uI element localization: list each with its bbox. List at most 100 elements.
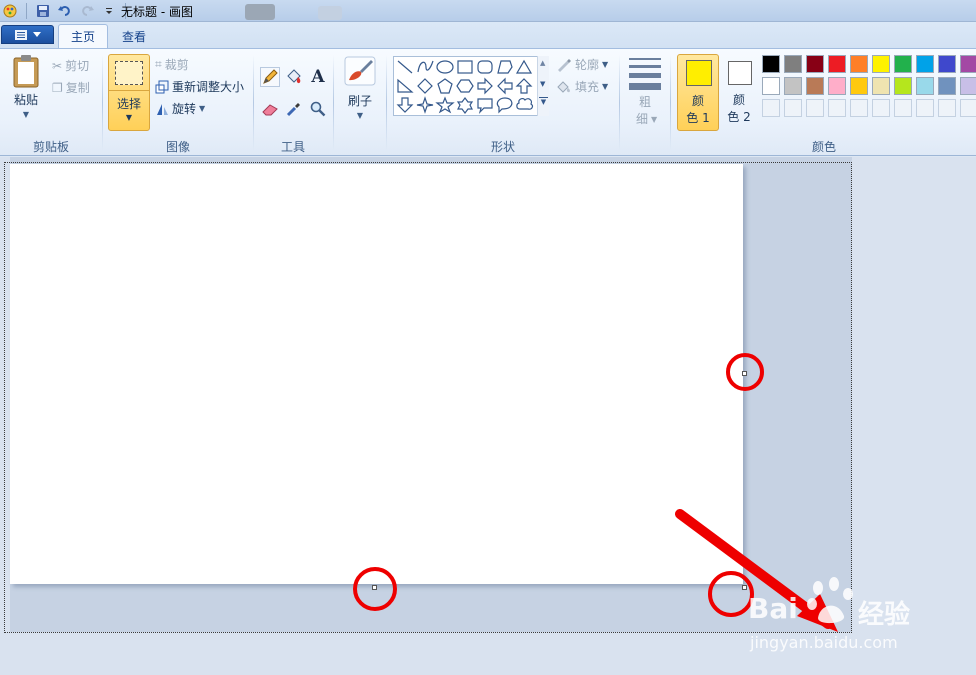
paint-menu-button[interactable] <box>1 25 54 44</box>
palette-color-swatch[interactable] <box>938 77 956 95</box>
palette-color-swatch[interactable] <box>784 55 802 73</box>
brushes-button[interactable]: 刷子 ▼ <box>340 56 380 120</box>
color2-label-line1: 颜 <box>732 93 745 107</box>
palette-custom-slot[interactable] <box>872 99 890 117</box>
fill-bucket-icon <box>557 80 570 93</box>
magnifier-tool[interactable] <box>308 99 328 119</box>
palette-custom-slot[interactable] <box>916 99 934 117</box>
palette-color-swatch[interactable] <box>806 77 824 95</box>
palette-color-swatch[interactable] <box>916 55 934 73</box>
chevron-down-icon[interactable]: ▼ <box>109 113 149 122</box>
fill-button[interactable]: 填充 ▼ <box>556 78 608 95</box>
rectangle-shape-icon[interactable] <box>457 60 473 74</box>
oval-shape-icon[interactable] <box>436 60 454 74</box>
palette-custom-slot[interactable] <box>938 99 956 117</box>
save-icon[interactable] <box>35 3 51 19</box>
polygon-shape-icon[interactable] <box>497 60 513 74</box>
color1-button[interactable]: 颜 色 1 <box>677 54 719 131</box>
palette-color-swatch[interactable] <box>938 55 956 73</box>
palette-color-swatch[interactable] <box>960 77 976 95</box>
tab-view[interactable]: 查看 <box>110 24 158 48</box>
copy-button[interactable]: ❐ 复制 <box>52 79 90 96</box>
color-picker-tool[interactable] <box>284 99 304 119</box>
paint-app-icon[interactable] <box>2 3 18 19</box>
rectangular-callout-shape-icon[interactable] <box>477 98 493 114</box>
canvas-resize-handle-bottom[interactable] <box>372 585 377 590</box>
oval-callout-shape-icon[interactable] <box>496 97 513 114</box>
palette-color-swatch[interactable] <box>850 55 868 73</box>
paste-button[interactable]: 粘贴 ▼ <box>6 54 46 119</box>
curve-shape-icon[interactable] <box>417 60 434 73</box>
down-arrow-shape-icon[interactable] <box>396 97 414 113</box>
palette-custom-slot[interactable] <box>894 99 912 117</box>
pentagon-shape-icon[interactable] <box>437 78 453 94</box>
resize-button[interactable]: 重新调整大小 <box>155 78 244 95</box>
drawing-canvas[interactable] <box>10 164 743 584</box>
eraser-icon <box>262 104 278 116</box>
four-point-star-shape-icon[interactable] <box>416 96 434 114</box>
pencil-tool[interactable] <box>260 67 280 87</box>
rotate-button[interactable]: 旋转 ▼ <box>155 100 205 117</box>
triangle-shape-icon[interactable] <box>515 59 533 74</box>
chevron-down-icon: ▼ <box>22 110 30 119</box>
line-shape-icon[interactable] <box>397 60 413 74</box>
palette-color-swatch[interactable] <box>850 77 868 95</box>
canvas-resize-handle-right[interactable] <box>742 371 747 376</box>
up-arrow-shape-icon[interactable] <box>515 78 533 94</box>
palette-custom-slot[interactable] <box>850 99 868 117</box>
rotate-icon <box>157 103 168 115</box>
blurred-region <box>318 6 342 20</box>
tab-home[interactable]: 主页 <box>58 24 109 48</box>
shapes-gallery <box>393 56 549 116</box>
left-arrow-shape-icon[interactable] <box>497 77 513 95</box>
rounded-rectangle-shape-icon[interactable] <box>477 60 493 74</box>
outline-button[interactable]: 轮廓 ▼ <box>556 56 608 73</box>
redo-icon[interactable] <box>79 3 95 19</box>
hexagon-shape-icon[interactable] <box>456 79 474 93</box>
text-tool[interactable]: A <box>308 67 328 87</box>
eraser-tool[interactable] <box>260 99 280 119</box>
undo-icon[interactable] <box>57 3 73 19</box>
palette-color-swatch[interactable] <box>762 55 780 73</box>
crop-button[interactable]: ⌗ 裁剪 <box>155 56 189 73</box>
scroll-down-icon[interactable]: ▼ <box>540 80 545 88</box>
color2-swatch <box>728 61 752 85</box>
cut-button[interactable]: ✂ 剪切 <box>52 57 89 74</box>
right-arrow-shape-icon[interactable] <box>477 77 493 95</box>
palette-color-swatch[interactable] <box>872 77 890 95</box>
palette-custom-slot[interactable] <box>784 99 802 117</box>
palette-custom-slot[interactable] <box>806 99 824 117</box>
palette-custom-slot[interactable] <box>960 99 976 117</box>
palette-color-swatch[interactable] <box>828 77 846 95</box>
cloud-callout-shape-icon[interactable] <box>516 97 534 110</box>
select-button[interactable]: 选择 ▼ <box>108 54 150 131</box>
clipboard-icon <box>13 55 39 88</box>
palette-color-swatch[interactable] <box>894 55 912 73</box>
palette-color-swatch[interactable] <box>916 77 934 95</box>
size-button[interactable]: 粗 细 ▼ <box>627 55 663 131</box>
palette-color-swatch[interactable] <box>762 77 780 95</box>
six-point-star-shape-icon[interactable] <box>456 97 474 114</box>
right-triangle-shape-icon[interactable] <box>397 78 414 93</box>
group-separator <box>333 55 334 151</box>
canvas-resize-handle-corner[interactable] <box>742 585 747 590</box>
select-rectangle-icon <box>115 61 143 85</box>
palette-color-swatch[interactable] <box>828 55 846 73</box>
palette-custom-slot[interactable] <box>762 99 780 117</box>
diamond-shape-icon[interactable] <box>417 78 433 94</box>
fill-tool[interactable] <box>284 67 304 87</box>
palette-color-swatch[interactable] <box>806 55 824 73</box>
five-point-star-shape-icon[interactable] <box>435 96 455 114</box>
window-title: 无标题 - 画图 <box>121 5 193 19</box>
palette-color-swatch[interactable] <box>960 55 976 73</box>
shapes-scrollbar[interactable]: ▲ ▼ ▼ <box>537 56 549 116</box>
palette-color-swatch[interactable] <box>894 77 912 95</box>
palette-custom-slot[interactable] <box>828 99 846 117</box>
customize-qat-icon[interactable] <box>101 3 117 19</box>
palette-color-swatch[interactable] <box>872 55 890 73</box>
scroll-up-icon[interactable]: ▲ <box>540 59 545 67</box>
group-label-shapes: 形状 <box>490 140 515 154</box>
gallery-expand-icon[interactable]: ▼ <box>539 97 548 111</box>
palette-color-swatch[interactable] <box>784 77 802 95</box>
color2-button[interactable]: 颜 色 2 <box>719 54 761 131</box>
